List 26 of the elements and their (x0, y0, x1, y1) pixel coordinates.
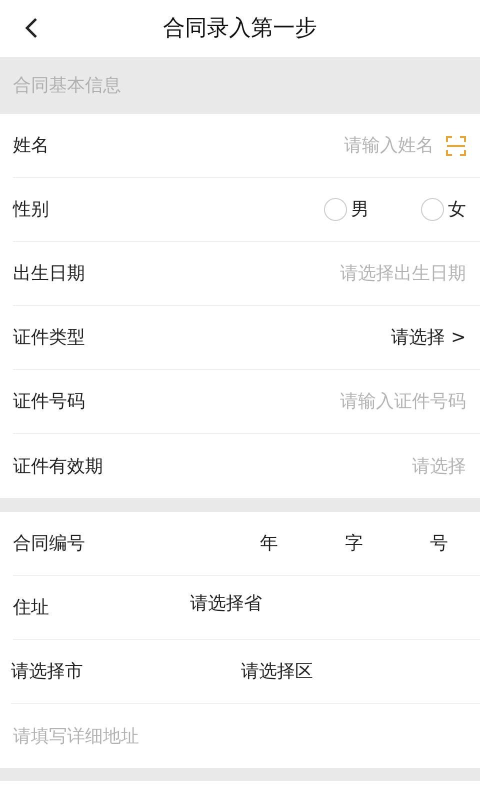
section-title: 合同基本信息 (13, 74, 121, 98)
field-label: 出生日期 (13, 262, 85, 286)
unit-label: 字 (345, 532, 363, 556)
district-select[interactable]: 请选择区 (241, 658, 313, 685)
field-label: 姓名 (13, 134, 49, 158)
back-icon[interactable] (24, 17, 38, 39)
field-label: 性别 (13, 198, 49, 222)
unit-label: 年 (260, 532, 278, 556)
field-label: 证件类型 (13, 326, 85, 350)
city-select[interactable]: 请选择市 (11, 658, 83, 685)
unit-label: 号 (430, 532, 448, 556)
field-label: 证件号码 (13, 390, 85, 414)
text-input[interactable]: 请输入姓名 (234, 132, 434, 159)
radio-button[interactable] (421, 198, 444, 221)
field-label: 住址 (13, 596, 50, 620)
radio-label: 男 (351, 198, 369, 222)
page-title: 合同录入第一步 (163, 15, 317, 43)
address-input[interactable]: 请填写详细地址 (13, 722, 453, 750)
scan-icon[interactable] (446, 136, 466, 156)
select-value[interactable]: 请选择 > (391, 324, 466, 351)
field-label: 合同编号 (13, 532, 85, 556)
text-input[interactable]: 请输入证件号码 (266, 388, 466, 415)
radio-label: 女 (448, 198, 466, 222)
field-label: 证件有效期 (13, 454, 103, 478)
province-select[interactable]: 请选择省 (190, 590, 262, 617)
radio-button[interactable] (324, 198, 347, 221)
